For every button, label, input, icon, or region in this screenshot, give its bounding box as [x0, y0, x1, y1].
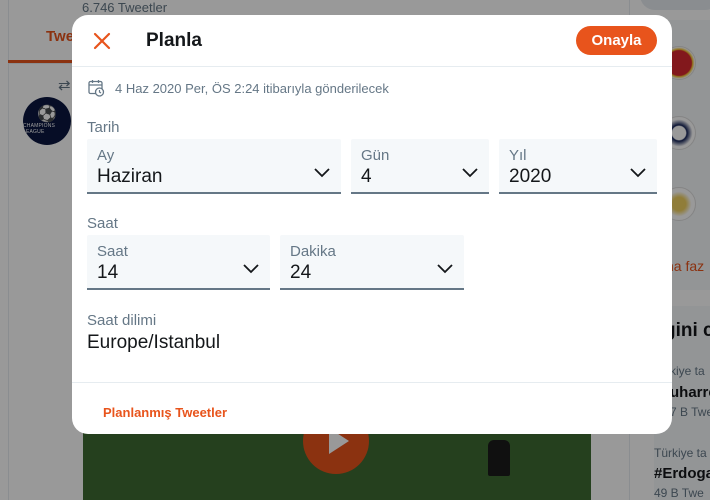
scheduled-tweets-link[interactable]: Planlanmış Tweetler	[103, 405, 227, 420]
chevron-down-icon	[314, 168, 330, 178]
minute-select-label: Dakika	[290, 243, 336, 260]
chevron-down-icon	[462, 168, 478, 178]
date-section-label: Tarih	[87, 119, 120, 136]
day-select-value: 4	[361, 166, 372, 187]
time-section-label: Saat	[87, 215, 118, 232]
hour-select-label: Saat	[97, 243, 128, 260]
minute-select[interactable]: Dakika 24	[280, 235, 464, 290]
chevron-down-icon	[437, 264, 453, 274]
calendar-clock-icon	[88, 80, 105, 97]
month-select-label: Ay	[97, 147, 115, 164]
dialog-header: Planla Onayla	[72, 15, 672, 67]
schedule-summary-text: 4 Haz 2020 Per, ÖS 2:24 itibarıyla gönde…	[115, 80, 389, 96]
chevron-down-icon	[630, 168, 646, 178]
month-select-value: Haziran	[97, 166, 163, 187]
year-select-label: Yıl	[509, 147, 527, 164]
timezone-value: Europe/Istanbul	[87, 332, 221, 353]
hour-select-value: 14	[97, 262, 119, 283]
close-button[interactable]	[86, 27, 118, 55]
minute-select-value: 24	[290, 262, 312, 283]
month-select[interactable]: Ay Haziran	[87, 139, 341, 194]
dialog-title: Planla	[146, 30, 202, 51]
dialog-footer: Planlanmış Tweetler	[72, 382, 672, 434]
year-select-value: 2020	[509, 166, 552, 187]
day-select-label: Gün	[361, 147, 390, 164]
hour-select[interactable]: Saat 14	[87, 235, 270, 290]
close-icon	[93, 32, 111, 50]
schedule-summary: 4 Haz 2020 Per, ÖS 2:24 itibarıyla gönde…	[88, 79, 389, 97]
day-select[interactable]: Gün 4	[351, 139, 489, 194]
year-select[interactable]: Yıl 2020	[499, 139, 657, 194]
schedule-dialog: Planla Onayla 4 Haz 2020 Per, ÖS 2:24 it…	[72, 15, 672, 434]
chevron-down-icon	[243, 264, 259, 274]
confirm-button[interactable]: Onayla	[576, 26, 657, 55]
timezone-label: Saat dilimi	[87, 312, 157, 329]
